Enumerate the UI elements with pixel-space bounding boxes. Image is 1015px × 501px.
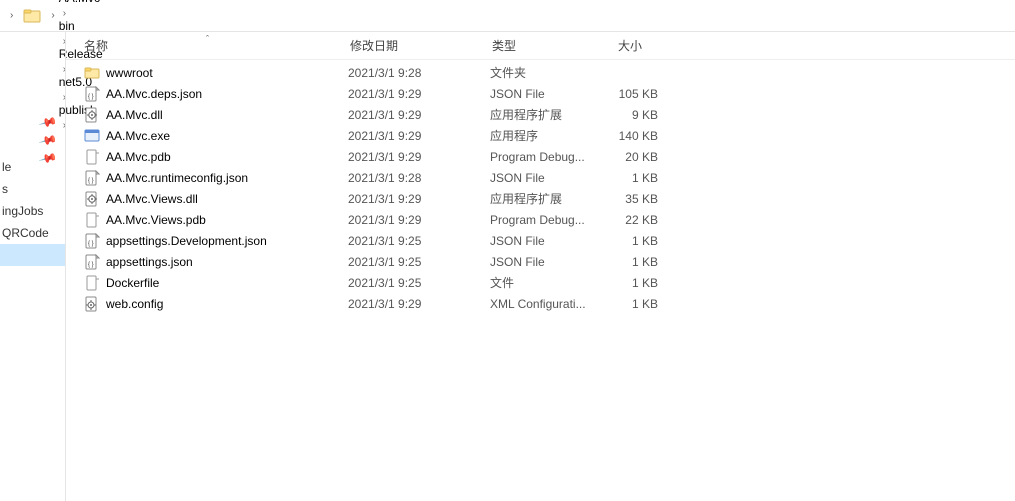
file-name: AA.Mvc.runtimeconfig.json <box>106 171 348 185</box>
svg-text:{ }: { } <box>88 241 94 247</box>
file-name: AA.Mvc.Views.dll <box>106 192 348 206</box>
file-type: JSON File <box>490 255 604 269</box>
file-name: AA.Mvc.dll <box>106 108 348 122</box>
column-header-type[interactable]: 类型 <box>474 37 588 54</box>
file-name: AA.Mvc.pdb <box>106 150 348 164</box>
file-row[interactable]: wwwroot2021/3/1 9:28文件夹 <box>66 62 1015 83</box>
file-pane: ˆ 名称 修改日期 类型 大小 wwwroot2021/3/1 9:28文件夹{… <box>66 32 1015 501</box>
breadcrumb-item[interactable]: bin <box>57 19 108 33</box>
folder-icon <box>23 7 41 25</box>
file-type: JSON File <box>490 171 604 185</box>
file-date: 2021/3/1 9:25 <box>348 276 490 290</box>
breadcrumb-item[interactable]: AA.Mvc <box>57 0 108 5</box>
file-size: 105 KB <box>604 87 668 101</box>
column-headers[interactable]: ˆ 名称 修改日期 类型 大小 <box>66 32 1015 60</box>
address-bar[interactable]: › › 此电脑›桌面›Example›AA.Mvc›bin›Release›ne… <box>0 0 1015 32</box>
file-size: 9 KB <box>604 108 668 122</box>
dll-icon <box>84 191 100 207</box>
file-date: 2021/3/1 9:29 <box>348 129 490 143</box>
file-date: 2021/3/1 9:28 <box>348 171 490 185</box>
file-size: 1 KB <box>604 297 668 311</box>
file-date: 2021/3/1 9:29 <box>348 150 490 164</box>
column-header-date[interactable]: 修改日期 <box>332 37 474 54</box>
json-icon: { } <box>84 170 100 186</box>
file-size: 140 KB <box>604 129 668 143</box>
chevron-right-icon: › <box>51 10 54 21</box>
file-size: 20 KB <box>604 150 668 164</box>
config-icon <box>84 296 100 312</box>
column-header-name[interactable]: 名称 <box>66 37 332 54</box>
file-date: 2021/3/1 9:25 <box>348 234 490 248</box>
file-date: 2021/3/1 9:29 <box>348 213 490 227</box>
file-name: wwwroot <box>106 66 348 80</box>
file-type: 文件 <box>490 274 604 291</box>
dll-icon <box>84 107 100 123</box>
svg-text:{ }: { } <box>88 94 94 100</box>
column-header-size[interactable]: 大小 <box>588 37 652 54</box>
file-row[interactable]: AA.Mvc.exe2021/3/1 9:29应用程序140 KB <box>66 125 1015 146</box>
file-name: web.config <box>106 297 348 311</box>
file-size: 22 KB <box>604 213 668 227</box>
file-date: 2021/3/1 9:29 <box>348 297 490 311</box>
svg-text:{ }: { } <box>88 178 94 184</box>
file-type: 应用程序 <box>490 127 604 144</box>
file-list[interactable]: wwwroot2021/3/1 9:28文件夹{ }AA.Mvc.deps.js… <box>66 60 1015 501</box>
file-size: 1 KB <box>604 234 668 248</box>
file-name: Dockerfile <box>106 276 348 290</box>
file-row[interactable]: web.config2021/3/1 9:29XML Configurati..… <box>66 293 1015 314</box>
json-icon: { } <box>84 86 100 102</box>
file-type: XML Configurati... <box>490 297 604 311</box>
folder-icon <box>84 65 100 81</box>
sort-ascending-icon: ˆ <box>206 34 209 44</box>
file-size: 1 KB <box>604 276 668 290</box>
nav-item[interactable]: ingJobs <box>0 200 65 222</box>
file-row[interactable]: { } appsettings.json2021/3/1 9:25JSON Fil… <box>66 251 1015 272</box>
file-row[interactable]: Dockerfile2021/3/1 9:25文件1 KB <box>66 272 1015 293</box>
nav-item[interactable]: s <box>0 178 65 200</box>
file-name: AA.Mvc.deps.json <box>106 87 348 101</box>
file-row[interactable]: AA.Mvc.pdb2021/3/1 9:29Program Debug...2… <box>66 146 1015 167</box>
file-size: 1 KB <box>604 255 668 269</box>
chevron-right-icon: › <box>63 8 66 19</box>
nav-item-selected[interactable] <box>0 244 65 266</box>
file-icon <box>84 275 100 291</box>
breadcrumb-label: bin <box>59 19 75 33</box>
file-row[interactable]: { } appsettings.Development.json2021/3/1 … <box>66 230 1015 251</box>
file-type: Program Debug... <box>490 150 604 164</box>
file-name: AA.Mvc.Views.pdb <box>106 213 348 227</box>
file-date: 2021/3/1 9:28 <box>348 66 490 80</box>
file-icon <box>84 212 100 228</box>
json-icon: { } <box>84 254 100 270</box>
chevron-right-icon: › <box>10 10 13 21</box>
file-row[interactable]: AA.Mvc.dll2021/3/1 9:29应用程序扩展9 KB <box>66 104 1015 125</box>
file-date: 2021/3/1 9:25 <box>348 255 490 269</box>
exe-icon <box>84 128 100 144</box>
file-size: 1 KB <box>604 171 668 185</box>
file-row[interactable]: AA.Mvc.Views.pdb2021/3/1 9:29Program Deb… <box>66 209 1015 230</box>
file-row[interactable]: AA.Mvc.Views.dll2021/3/1 9:29应用程序扩展35 KB <box>66 188 1015 209</box>
file-date: 2021/3/1 9:29 <box>348 108 490 122</box>
file-date: 2021/3/1 9:29 <box>348 87 490 101</box>
file-name: appsettings.json <box>106 255 348 269</box>
file-date: 2021/3/1 9:29 <box>348 192 490 206</box>
file-type: 应用程序扩展 <box>490 106 604 123</box>
file-type: 文件夹 <box>490 64 604 81</box>
file-row[interactable]: { } AA.Mvc.runtimeconfig.json2021/3/1 9:2… <box>66 167 1015 188</box>
file-type: 应用程序扩展 <box>490 190 604 207</box>
file-type: Program Debug... <box>490 213 604 227</box>
svg-text:{ }: { } <box>88 262 94 268</box>
file-name: appsettings.Development.json <box>106 234 348 248</box>
file-type: JSON File <box>490 87 604 101</box>
breadcrumb-label: AA.Mvc <box>59 0 100 5</box>
file-row[interactable]: { } AA.Mvc.deps.json2021/3/1 9:29JSON Fil… <box>66 83 1015 104</box>
file-icon <box>84 149 100 165</box>
file-name: AA.Mvc.exe <box>106 129 348 143</box>
nav-item[interactable]: QRCode <box>0 222 65 244</box>
json-icon: { } <box>84 233 100 249</box>
navigation-pane[interactable]: 📌 📌 📌 le s ingJobs QRCode <box>0 32 66 501</box>
file-type: JSON File <box>490 234 604 248</box>
file-size: 35 KB <box>604 192 668 206</box>
